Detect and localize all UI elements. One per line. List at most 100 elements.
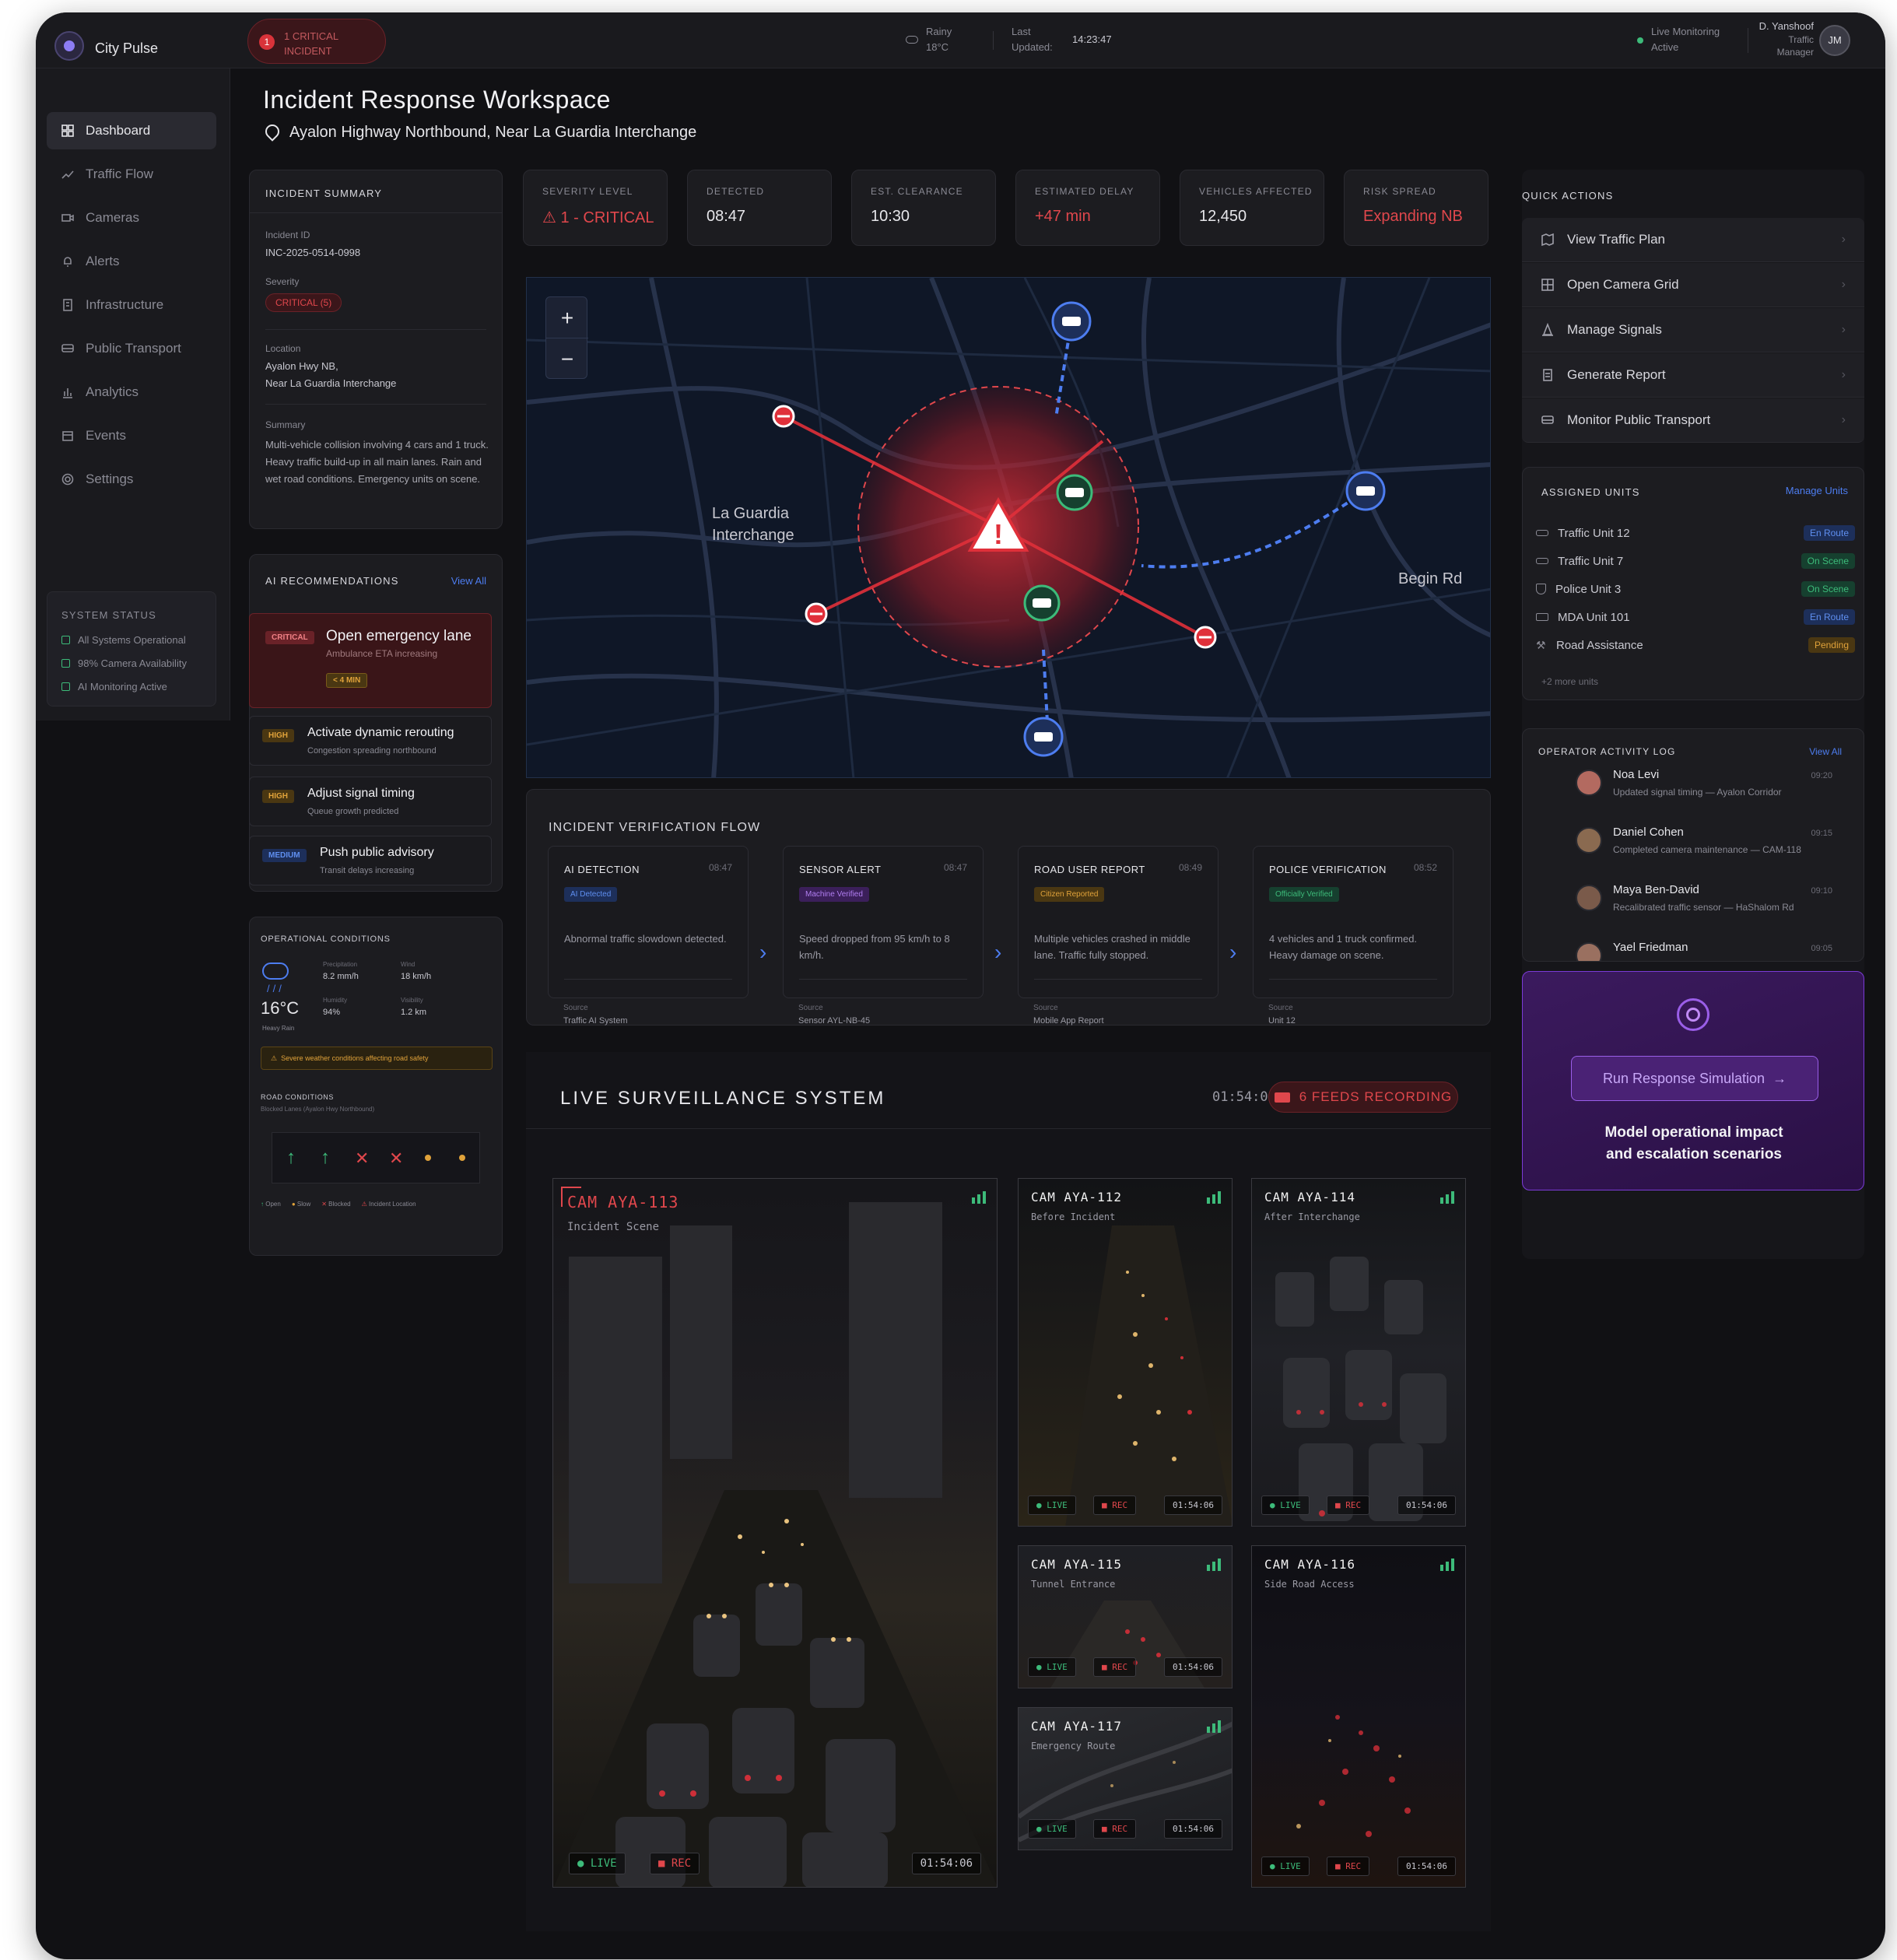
step-tag: AI Detected <box>564 887 618 902</box>
incident-alert-badge[interactable]: 1 1 CRITICAL INCIDENT <box>247 19 386 64</box>
unit-row[interactable]: ⚒ Road Assistance Pending <box>1536 635 1855 655</box>
step-time: 08:49 <box>1178 862 1202 873</box>
rec-indicator: ■ REC <box>1327 1857 1370 1876</box>
warning-text: Severe weather conditions affecting road… <box>281 1054 429 1062</box>
sidebar-item-alerts[interactable]: Alerts <box>47 243 216 280</box>
sidebar-item-public-transport[interactable]: Public Transport <box>47 330 216 367</box>
unit-row[interactable]: Police Unit 3 On Scene <box>1536 579 1855 599</box>
top-bar: City Pulse 1 1 CRITICAL INCIDENT Rainy 1… <box>36 12 1885 68</box>
unit-status-badge: En Route <box>1803 525 1855 541</box>
live-indicator: ● LIVE <box>1261 1857 1310 1876</box>
legend-open: ↑ Open <box>261 1201 281 1208</box>
recording-badge[interactable]: 6 FEEDS RECORDING <box>1268 1082 1458 1113</box>
live-indicator: ● LIVE <box>1261 1495 1310 1515</box>
log-time: 09:10 <box>1811 886 1832 896</box>
weather-temp: 18°C <box>926 41 949 53</box>
arrow-right-icon: → <box>1773 1070 1787 1086</box>
verification-step[interactable]: POLICE VERIFICATION 08:52 Officially Ver… <box>1253 846 1453 998</box>
camera-feed[interactable]: CAM AYA-114 After Interchange ● LIVE ■ R… <box>1251 1178 1466 1527</box>
incident-count: 1 <box>259 34 275 50</box>
visibility-value: 1.2 km <box>401 1008 427 1017</box>
activity-log-card: OPERATOR ACTIVITY LOG View All Noa Levi … <box>1522 728 1864 962</box>
stat-risk-spread: RISK SPREAD Expanding NB <box>1344 170 1488 246</box>
zoom-controls: + − <box>545 296 588 380</box>
camera-timestamp: 01:54:06 <box>1397 1857 1456 1876</box>
quick-action-open-camera-grid[interactable]: Open Camera Grid › <box>1522 263 1864 307</box>
step-source: Mobile App Report <box>1033 1016 1104 1026</box>
manage-units-link[interactable]: Manage Units <box>1786 485 1848 496</box>
run-simulation-button[interactable]: Run Response Simulation → <box>1571 1056 1818 1101</box>
camera-feed-main[interactable]: CAM AYA-113 Incident Scene ● LIVE ■ REC … <box>552 1178 998 1888</box>
view-all-link[interactable]: View All <box>451 575 486 587</box>
simulation-card: Run Response Simulation → Model operatio… <box>1522 971 1864 1190</box>
sidebar-item-events[interactable]: Events <box>47 417 216 454</box>
incident-line2: INCIDENT <box>284 45 332 57</box>
unit-name: Police Unit 3 <box>1555 582 1622 596</box>
traffic-cone-icon <box>1542 323 1553 336</box>
stat-value-text: 1 - CRITICAL <box>560 209 654 226</box>
sidebar-item-cameras[interactable]: Cameras <box>47 199 216 237</box>
road-conditions-sub: Blocked Lanes (Ayalon Hwy Northbound) <box>261 1106 375 1113</box>
camera-timestamp: 01:54:06 <box>1164 1819 1222 1839</box>
recommendation-title: Push public advisory <box>320 846 434 859</box>
recommendation-item[interactable]: CRITICAL Open emergency lane Ambulance E… <box>249 613 492 708</box>
operational-conditions-card: OPERATIONAL CONDITIONS /// 16°C Heavy Ra… <box>249 917 503 1256</box>
document-icon <box>1543 369 1552 381</box>
avatar[interactable]: JM <box>1819 25 1850 56</box>
quick-action-manage-signals[interactable]: Manage Signals › <box>1522 308 1864 352</box>
incident-line1: 1 CRITICAL <box>284 30 339 42</box>
step-tag: Machine Verified <box>799 887 869 902</box>
log-time: 09:20 <box>1811 771 1832 780</box>
step-source: Unit 12 <box>1268 1016 1296 1026</box>
unit-row[interactable]: Traffic Unit 12 En Route <box>1536 523 1855 543</box>
sidebar-item-settings[interactable]: Settings <box>47 461 216 498</box>
sidebar: Dashboard Traffic Flow Cameras Alerts In… <box>36 68 230 721</box>
chevron-right-icon: › <box>1841 413 1846 426</box>
recommendation-item[interactable]: HIGH Adjust signal timing Queue growth p… <box>249 777 492 826</box>
sidebar-item-dashboard[interactable]: Dashboard <box>47 112 216 149</box>
legend-blocked: ✕ Blocked <box>321 1201 351 1208</box>
verification-step[interactable]: ROAD USER REPORT 08:49 Citizen Reported … <box>1018 846 1218 998</box>
more-units[interactable]: +2 more units <box>1541 676 1598 687</box>
stat-label: VEHICLES AFFECTED <box>1199 186 1313 197</box>
sidebar-item-analytics[interactable]: Analytics <box>47 373 216 411</box>
zoom-in-button[interactable]: + <box>546 297 588 338</box>
view-all-link[interactable]: View All <box>1809 746 1842 757</box>
unit-status-badge: Pending <box>1808 637 1855 653</box>
page-location: Ayalon Highway Northbound, Near La Guard… <box>289 124 697 141</box>
unit-row[interactable]: Traffic Unit 7 On Scene <box>1536 551 1855 571</box>
building-icon <box>63 299 72 311</box>
cloud-rain-icon <box>262 962 289 980</box>
camera-feed[interactable]: CAM AYA-117 Emergency Route ● LIVE ■ REC… <box>1018 1707 1233 1850</box>
incident-id-label: Incident ID <box>265 230 310 240</box>
unit-row[interactable]: MDA Unit 101 En Route <box>1536 607 1855 627</box>
recommendation-item[interactable]: HIGH Activate dynamic rerouting Congesti… <box>249 716 492 766</box>
sidebar-item-label: Events <box>86 428 126 443</box>
cloud-rain-icon <box>906 36 918 44</box>
camera-feed[interactable]: CAM AYA-116 Side Road Access ● LIVE ■ RE… <box>1251 1545 1466 1888</box>
user-role-line1: Traffic <box>1788 34 1814 45</box>
quick-action-view-traffic-plan[interactable]: View Traffic Plan › <box>1522 218 1864 262</box>
warning-icon: ⚠ <box>542 209 556 226</box>
sidebar-item-traffic-flow[interactable]: Traffic Flow <box>47 156 216 193</box>
verification-step[interactable]: AI DETECTION 08:47 AI Detected Abnormal … <box>548 846 749 998</box>
unit-name: MDA Unit 101 <box>1558 610 1630 624</box>
recommendation-item[interactable]: MEDIUM Push public advisory Transit dela… <box>249 836 492 885</box>
divider <box>993 31 994 50</box>
sidebar-item-infrastructure[interactable]: Infrastructure <box>47 286 216 324</box>
updated-label2: Updated: <box>1012 41 1053 53</box>
verification-step[interactable]: SENSOR ALERT 08:47 Machine Verified Spee… <box>783 846 984 998</box>
camera-image <box>1296 1715 1411 1837</box>
quick-action-generate-report[interactable]: Generate Report › <box>1522 353 1864 398</box>
camera-feed[interactable]: CAM AYA-115 Tunnel Entrance ● LIVE ■ REC… <box>1018 1545 1233 1688</box>
quick-action-monitor-public-transport[interactable]: Monitor Public Transport › <box>1522 398 1864 443</box>
camera-sub: Before Incident <box>1031 1211 1116 1222</box>
camera-feed[interactable]: CAM AYA-112 Before Incident ● LIVE ■ REC… <box>1018 1178 1233 1527</box>
humidity-label: Humidity <box>323 997 348 1004</box>
precipitation-label: Precipitation <box>323 961 358 968</box>
quick-action-label: Open Camera Grid <box>1567 277 1679 292</box>
incident-map[interactable]: ! + − La Guardia Interchange Begin Rd <box>526 277 1491 778</box>
zoom-out-button[interactable]: − <box>546 338 588 380</box>
unit-status-badge: On Scene <box>1801 553 1855 569</box>
monitor-line2: Active <box>1651 41 1679 53</box>
